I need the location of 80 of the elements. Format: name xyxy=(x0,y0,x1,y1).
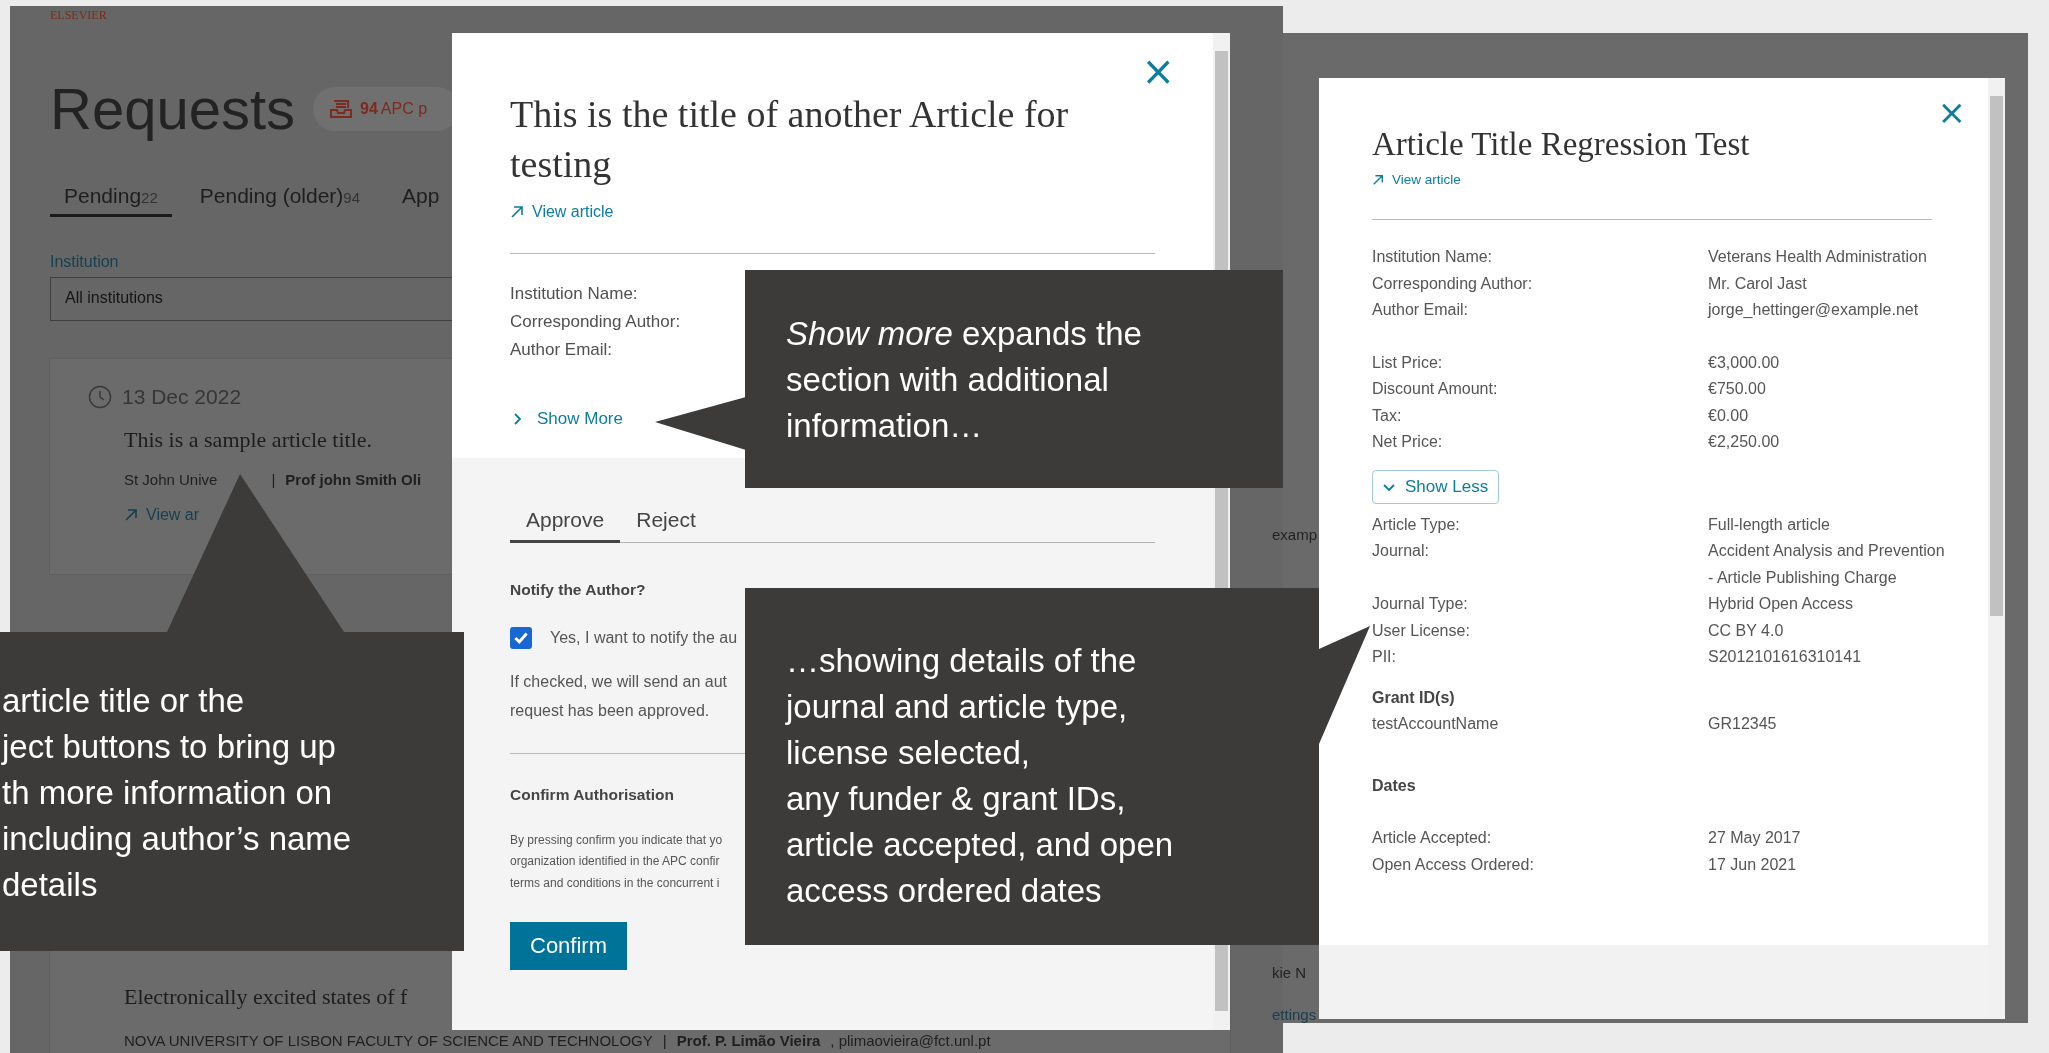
author-name: Prof. P. Limão Vieira xyxy=(676,1032,821,1049)
field-label: Author Email: xyxy=(510,339,613,361)
view-article-link[interactable]: View article xyxy=(532,203,614,221)
action-tab[interactable]: Approve xyxy=(510,508,621,543)
modal-title: Article Title Regression Test xyxy=(1372,125,1751,164)
field-value: Mr. Carol Jast xyxy=(1708,273,1808,294)
status-tab[interactable]: App xyxy=(388,184,454,217)
modal-title: This is the title of another Article for testing xyxy=(510,92,1070,187)
funder-name: testAccountName xyxy=(1372,713,1500,734)
scrollbar-thumb[interactable] xyxy=(1990,96,2003,616)
field-label: Corresponding Author: xyxy=(510,311,681,333)
field-label: Corresponding Author: xyxy=(1372,273,1534,294)
field-value: €3,000.00 xyxy=(1708,352,1781,373)
field-label: User License: xyxy=(1372,620,1471,641)
arrow-icon xyxy=(510,205,524,219)
section-heading: Dates xyxy=(1372,776,1417,796)
field-value: CC BY 4.0 xyxy=(1708,620,1785,641)
callout-text: article title or the ject buttons to bring up th more information on including author’s name details xyxy=(2,681,353,905)
field-value: - Article Publishing Charge xyxy=(1708,567,1898,588)
field-value: €0.00 xyxy=(1708,405,1750,426)
arrow-icon xyxy=(124,508,138,522)
field-label: Net Price: xyxy=(1372,432,1444,452)
field-value: €2,250.00 xyxy=(1708,432,1781,452)
field-value: 17 Jun 2021 xyxy=(1708,854,1798,875)
field-label: PII: xyxy=(1372,647,1397,667)
callout-text: …showing details of the journal and article type, license selected, any funder & grant IDs, article accepted, and open access ordered dates xyxy=(786,641,1175,911)
field-value: Accident Analysis and Prevention xyxy=(1708,541,1946,561)
notify-note: If checked, we will send an aut request has been approved. xyxy=(510,671,727,721)
field-label: Tax: xyxy=(1372,405,1403,426)
chevron-icon xyxy=(511,413,523,425)
field-value: Full-length article xyxy=(1708,514,1831,535)
institution-name: St John Unive xyxy=(124,471,218,488)
page-heading: Requests xyxy=(50,75,296,143)
page-text: examp xyxy=(1272,526,1318,543)
separator: | xyxy=(662,1032,667,1049)
notify-checkbox[interactable] xyxy=(510,626,532,649)
field-label: Journal: xyxy=(1372,541,1430,561)
confirm-button[interactable]: Confirm xyxy=(510,922,627,970)
field-value: Veterans Health Administration xyxy=(1708,247,1928,267)
section-heading: Grant ID(s) xyxy=(1372,687,1456,708)
confirm-note: By pressing confirm you indicate that yo organization identified in the APC confir terms and conditions in the concurrent i xyxy=(510,831,723,892)
badge-text: APC p xyxy=(380,100,428,118)
badge-count: 94 xyxy=(360,100,378,118)
close-button[interactable]: × xyxy=(1141,51,1175,91)
page-text: kie N xyxy=(1272,964,1307,981)
field-label: Open Access Ordered: xyxy=(1372,854,1535,875)
checkbox-label: Yes, I want to notify the au xyxy=(550,628,738,647)
arrow-icon xyxy=(1372,173,1384,186)
field-label: Journal Type: xyxy=(1372,594,1469,614)
show-less-button[interactable]: Show Less xyxy=(1372,469,1500,504)
clock-icon xyxy=(88,385,112,409)
action-tab[interactable]: Reject xyxy=(620,508,712,543)
field-label: List Price: xyxy=(1372,352,1444,373)
separator: | xyxy=(271,471,276,488)
grant-id: GR12345 xyxy=(1708,713,1778,734)
publisher-logo: ELSEVIER xyxy=(50,8,107,22)
field-label: Article Accepted: xyxy=(1372,828,1493,848)
filter-label: Institution xyxy=(50,253,119,271)
field-label: Institution Name: xyxy=(510,283,638,305)
author-name: Prof john Smith Oli xyxy=(285,471,422,488)
section-heading: Notify the Author? xyxy=(510,580,646,599)
field-value: S2012101616310141 xyxy=(1708,647,1863,667)
field-value: €750.00 xyxy=(1708,379,1767,399)
field-value: jorge_hettinger@example.net xyxy=(1708,300,1920,320)
tray-icon xyxy=(329,99,354,119)
author-email: , plimaovieira@fct.unl.pt xyxy=(830,1032,991,1049)
callout-text: Show more expands the section with additional information… xyxy=(786,314,1143,446)
section-heading: Confirm Authorisation xyxy=(510,785,674,804)
field-value: Hybrid Open Access xyxy=(1708,594,1854,614)
field-label: Institution Name: xyxy=(1372,247,1494,267)
page-text: ettings xyxy=(1272,1006,1317,1023)
close-button[interactable]: × xyxy=(1937,92,1966,132)
field-label: Author Email: xyxy=(1372,300,1470,320)
field-label: Article Type: xyxy=(1372,514,1461,535)
field-label: Discount Amount: xyxy=(1372,379,1499,399)
institution-name: NOVA UNIVERSITY OF LISBON FACULTY OF SCIENCE AND TECHNOLOGY xyxy=(124,1032,653,1049)
scrollbar[interactable] xyxy=(1988,78,2005,1019)
field-value: 27 May 2017 xyxy=(1708,828,1802,848)
show-more-button[interactable]: Show More xyxy=(504,402,630,436)
view-article-link[interactable]: View article xyxy=(1392,172,1461,187)
